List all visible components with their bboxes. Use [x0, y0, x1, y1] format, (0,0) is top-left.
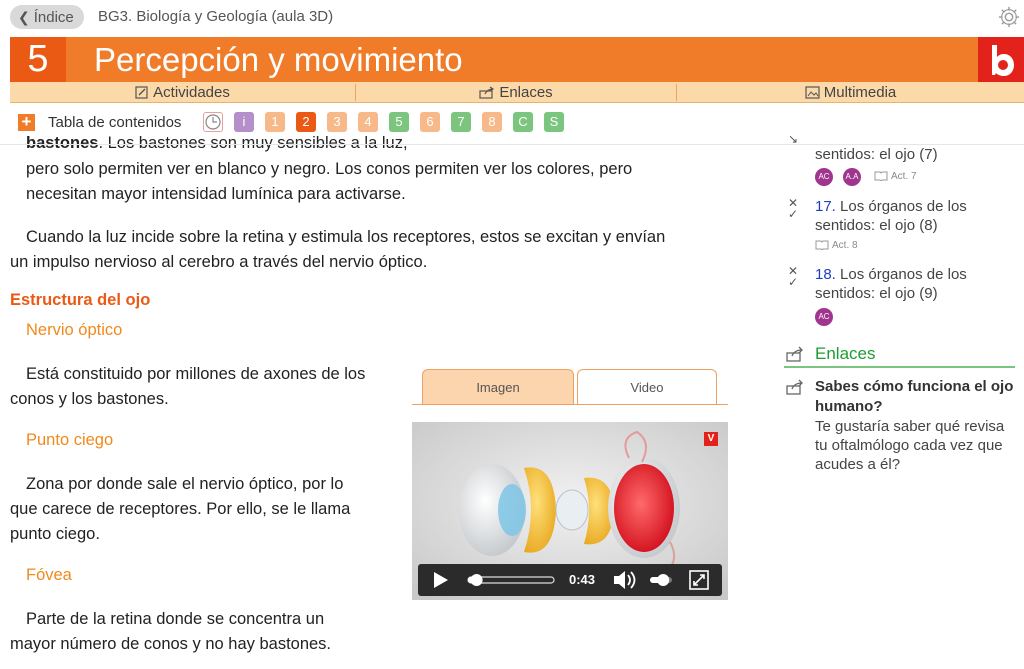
activity-ref-7[interactable]: Act. 7	[874, 170, 917, 182]
act-ref-label: Act. 7	[891, 171, 917, 182]
activity-badge-icon[interactable]: AC	[815, 308, 833, 326]
subheading-nervio: Nervio óptico	[26, 321, 123, 339]
activity-item-18-line1: Los órganos de los	[835, 266, 967, 283]
share-link-icon	[786, 379, 804, 400]
toc-chip[interactable]: 6	[420, 112, 440, 132]
activity-item-16-line[interactable]: sentidos: el ojo (7)	[815, 145, 938, 164]
enlaces-heading: Enlaces	[815, 344, 876, 363]
activity-item-18[interactable]: 18. Los órganos de los	[815, 265, 967, 284]
close-icon[interactable]: ✕ ✓	[788, 265, 798, 288]
clock-icon[interactable]	[203, 112, 223, 132]
paragraph-line: Está constituido por millones de axones …	[26, 365, 366, 383]
tab-image[interactable]: Imagen	[422, 369, 574, 404]
paragraph-line: Cuando la luz incide sobre la retina y e…	[26, 228, 666, 246]
arrow-partial-icon: ↘	[788, 132, 799, 146]
paragraph-line: mayor número de conos y no hay bastones.	[10, 635, 332, 653]
activity-badge-icon[interactable]: AC	[815, 168, 833, 186]
chapter-title: Percepción y movimiento	[94, 41, 463, 78]
plus-icon[interactable]: +	[18, 113, 35, 131]
subheading-fovea: Fóvea	[26, 566, 72, 584]
book-icon	[815, 240, 829, 251]
toc-chip[interactable]: C	[513, 112, 533, 132]
tab-enlaces[interactable]: Enlaces	[356, 82, 676, 103]
chevron-left-icon: ❮	[18, 9, 30, 25]
paragraph-line: punto ciego.	[10, 525, 100, 543]
back-label: Índice	[33, 9, 74, 26]
brand-logo-icon	[978, 37, 1024, 82]
image-icon	[805, 86, 820, 99]
play-icon[interactable]	[430, 564, 450, 596]
toc-chip[interactable]: 3	[327, 112, 347, 132]
activity-ref-8[interactable]: Act. 8	[815, 239, 858, 251]
toc-label[interactable]: Tabla de contenidos	[48, 114, 181, 131]
paragraph-line: Parte de la retina donde se concentra un	[26, 610, 325, 628]
paragraph-line: un impulso nervioso al cerebro a través …	[10, 253, 428, 271]
tab-multimedia[interactable]: Multimedia	[677, 82, 1024, 103]
section-heading: Estructura del ojo	[10, 291, 151, 309]
video-player[interactable]: V 0:43	[412, 422, 728, 600]
fullscreen-icon[interactable]	[688, 564, 710, 596]
tab-multimedia-label: Multimedia	[823, 84, 897, 101]
link-title[interactable]: Sabes cómo funciona el ojo humano?	[815, 377, 1020, 417]
tab-enlaces-label: Enlaces	[499, 84, 553, 101]
term-bastones: bastones	[26, 134, 99, 152]
video-controls: 0:43	[418, 564, 722, 596]
volume-icon[interactable]	[611, 564, 637, 596]
toc-chip[interactable]: 5	[389, 112, 409, 132]
toc-chip[interactable]: 1	[265, 112, 285, 132]
activity-number: 17.	[815, 198, 836, 215]
toc-chip[interactable]: 8	[482, 112, 502, 132]
video-brand-icon: V	[704, 432, 718, 446]
act-ref-label: Act. 8	[832, 240, 858, 251]
activity-number: 18.	[815, 266, 836, 283]
top-bar: ❮ Índice BG3. Biología y Geología (aula 3…	[0, 0, 1024, 36]
tab-actividades[interactable]: Actividades	[10, 82, 355, 103]
toc-chip[interactable]: 2	[296, 112, 316, 132]
share-link-icon	[479, 86, 495, 99]
subheading-punto: Punto ciego	[26, 431, 114, 449]
chapter-subnav: Actividades Enlaces Multimedia	[10, 82, 1024, 103]
book-title: BG3. Biología y Geología (aula 3D)	[98, 8, 334, 25]
book-icon	[874, 171, 888, 182]
paragraph-line: pero solo permiten ver en blanco y negro…	[26, 160, 633, 178]
volume-slider[interactable]	[648, 564, 674, 596]
link-description: Te gustaría saber qué revisa tu oftalmól…	[815, 418, 1005, 473]
toc-chip[interactable]: S	[544, 112, 564, 132]
tab-underline	[412, 404, 728, 405]
share-link-icon	[786, 346, 804, 367]
back-to-index-button[interactable]: ❮ Índice	[10, 5, 84, 29]
toc-chip[interactable]: 7	[451, 112, 471, 132]
activity-item-17-line2[interactable]: sentidos: el ojo (8)	[815, 216, 938, 235]
activity-item-17[interactable]: 17. Los órganos de los	[815, 197, 967, 216]
toc-chip[interactable]: i	[234, 112, 254, 132]
chapter-header: 5 Percepción y movimiento	[10, 37, 1024, 82]
paragraph-line: que carece de receptores. Por ello, se l…	[10, 500, 351, 518]
line0-rest: . Los bastones son muy sensibles a la lu…	[98, 134, 408, 152]
chapter-number: 5	[10, 37, 66, 82]
activity-item-17-line1: Los órganos de los	[835, 198, 967, 215]
paragraph-line: necesitan mayor intensidad lumínica para…	[26, 185, 406, 203]
toc-chip[interactable]: 4	[358, 112, 378, 132]
tab-video[interactable]: Video	[577, 369, 717, 404]
enlaces-divider	[784, 366, 1015, 368]
pencil-note-icon	[135, 86, 148, 99]
progress-bar[interactable]	[464, 564, 558, 596]
tab-actividades-label: Actividades	[153, 84, 230, 101]
activity-item-18-line2[interactable]: sentidos: el ojo (9)	[815, 284, 938, 303]
paragraph-line: conos y los bastones.	[10, 390, 169, 408]
gear-icon[interactable]	[998, 6, 1022, 30]
paragraph-line: Zona por donde sale el nervio óptico, po…	[26, 475, 344, 493]
font-size-icon[interactable]: A.A	[843, 168, 861, 186]
video-time: 0:43	[569, 572, 596, 587]
close-icon[interactable]: ✕ ✓	[788, 197, 798, 220]
